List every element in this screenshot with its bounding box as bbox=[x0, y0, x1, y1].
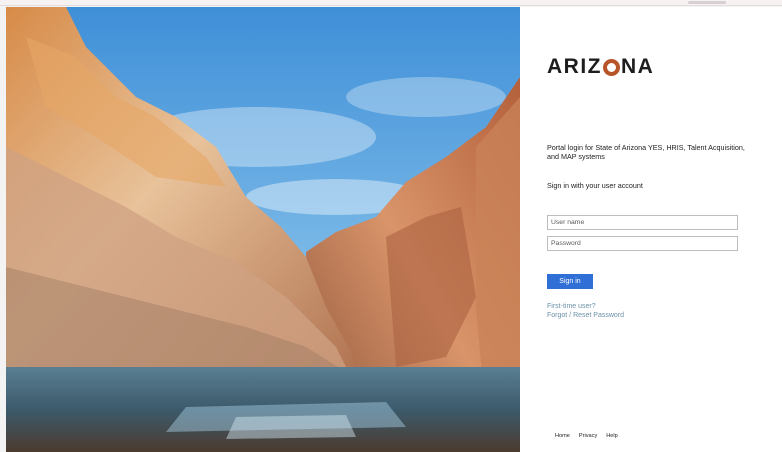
sign-in-subtitle: Sign in with your user account bbox=[547, 181, 643, 190]
sign-in-button[interactable]: Sign in bbox=[547, 274, 593, 289]
logo-text-left: ARIZ bbox=[547, 55, 602, 78]
footer-privacy-link[interactable]: Privacy bbox=[579, 433, 597, 439]
canyon-image bbox=[6, 7, 520, 452]
login-panel: ARIZ NA Portal login for State of Arizon… bbox=[520, 7, 782, 452]
top-strip-accent bbox=[688, 1, 726, 4]
footer-links: Home Privacy Help bbox=[555, 433, 618, 439]
logo-o-mark-icon bbox=[603, 58, 620, 76]
footer-help-link[interactable]: Help bbox=[606, 433, 618, 439]
background-canyon-photo bbox=[6, 7, 520, 452]
username-input[interactable] bbox=[547, 215, 738, 230]
forgot-reset-password-link[interactable]: Forgot / Reset Password bbox=[547, 312, 624, 319]
first-time-user-link[interactable]: First-time user? bbox=[547, 303, 596, 310]
browser-top-strip bbox=[0, 0, 782, 6]
footer-home-link[interactable]: Home bbox=[555, 433, 570, 439]
password-input[interactable] bbox=[547, 236, 738, 251]
logo-text-right: NA bbox=[621, 55, 655, 78]
portal-description: Portal login for State of Arizona YES, H… bbox=[547, 143, 745, 161]
arizona-logo: ARIZ NA bbox=[547, 55, 654, 79]
